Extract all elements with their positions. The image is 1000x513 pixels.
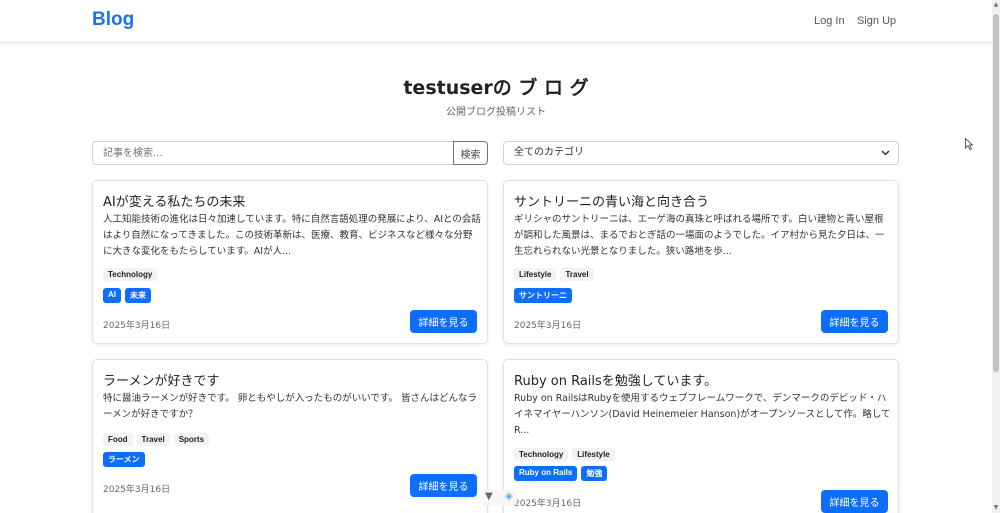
label-badges: AI 未来 <box>103 288 151 303</box>
label-badge: 未来 <box>125 288 151 303</box>
label-badges: サントリーニ <box>514 288 572 303</box>
search-input[interactable] <box>92 141 453 165</box>
signup-link[interactable]: Sign Up <box>857 15 896 27</box>
post-title: AIが変える私たちの未来 <box>103 195 246 210</box>
post-title: Ruby on Railsを勉強しています。 <box>514 374 718 389</box>
post-title: ラーメンが好きです <box>103 374 220 389</box>
category-tags: Food Travel Sports <box>103 433 210 446</box>
post-date: 2025年3月16日 <box>514 499 582 509</box>
post-card: サントリーニの青い海と向き合う ギリシャのサントリーニは、エーゲ海の真珠と呼ばれ… <box>503 180 899 344</box>
page-subtitle: 公開ブログ投稿リスト <box>446 107 546 118</box>
page-title: testuserの ブ ロ グ <box>403 77 589 99</box>
view-details-button[interactable]: 詳細を見る <box>410 474 477 497</box>
post-title: サントリーニの青い海と向き合う <box>514 195 710 210</box>
label-badge: Ruby on Rails <box>514 466 578 481</box>
category-tag: Travel <box>560 268 594 281</box>
category-tag: Travel <box>136 433 170 446</box>
category-select[interactable]: 全てのカテゴリ <box>503 141 899 165</box>
post-card: Ruby on Railsを勉強しています。 Ruby on RailsはRub… <box>503 359 899 513</box>
post-excerpt: 特に醤油ラーメンが好きです。 卵ともやしが入ったものがいいです。 皆さんはどんな… <box>103 393 477 420</box>
category-tags: Technology Lifestyle <box>514 448 615 461</box>
view-details-button[interactable]: 詳細を見る <box>410 310 477 333</box>
floating-widget[interactable]: ▼ ◈ <box>481 490 517 506</box>
chevron-down-icon <box>881 142 890 173</box>
navbar: Blog Log In Sign Up <box>0 0 992 43</box>
mouse-cursor-icon <box>965 138 973 150</box>
post-date: 2025年3月16日 <box>103 321 171 331</box>
label-badge: サントリーニ <box>514 288 572 303</box>
post-date: 2025年3月16日 <box>514 321 582 331</box>
post-card: ラーメンが好きです 特に醤油ラーメンが好きです。 卵ともやしが入ったものがいいで… <box>92 359 488 513</box>
category-tag: Technology <box>514 448 569 461</box>
brand-logo[interactable]: Blog <box>92 9 134 31</box>
scroll-thumb[interactable] <box>993 14 999 372</box>
post-excerpt: 人工知能技術の進化は日々加速しています。特に自然言語処理の発展により、AIとの会… <box>103 214 481 257</box>
post-excerpt: ギリシャのサントリーニは、エーゲ海の真珠と呼ばれる場所です。白い建物と青い屋根が… <box>514 214 885 257</box>
scroll-up-icon[interactable]: ▲ <box>992 0 1000 10</box>
view-details-button[interactable]: 詳細を見る <box>821 490 888 513</box>
label-badges: ラーメン <box>103 452 145 467</box>
login-link[interactable]: Log In <box>814 15 845 27</box>
category-tag: Food <box>103 433 133 446</box>
search-button[interactable]: 検索 <box>453 141 488 165</box>
label-badges: Ruby on Rails 勉強 <box>514 466 608 481</box>
category-tags: Lifestyle Travel <box>514 268 594 281</box>
category-select-value: 全てのカテゴリ <box>514 147 584 158</box>
category-tags: Technology <box>103 268 158 281</box>
category-tag: Lifestyle <box>572 448 615 461</box>
label-badge: ラーメン <box>103 452 145 467</box>
scrollbar[interactable]: ▲ ▼ <box>992 0 1000 513</box>
view-details-button[interactable]: 詳細を見る <box>821 310 888 333</box>
diamond-icon[interactable]: ◈ <box>505 491 513 502</box>
post-card: AIが変える私たちの未来 人工知能技術の進化は日々加速しています。特に自然言語処… <box>92 180 488 344</box>
category-tag: Lifestyle <box>514 268 557 281</box>
label-badge: AI <box>103 288 121 303</box>
category-tag: Sports <box>173 433 210 446</box>
label-badge: 勉強 <box>581 466 608 481</box>
post-excerpt: Ruby on RailsはRubyを使用するウェブフレームワークで、デンマーク… <box>514 393 891 436</box>
category-tag: Technology <box>103 268 158 281</box>
post-date: 2025年3月16日 <box>103 485 171 495</box>
scroll-down-icon[interactable]: ▼ <box>992 503 1000 513</box>
caret-down-icon[interactable]: ▼ <box>485 491 493 502</box>
